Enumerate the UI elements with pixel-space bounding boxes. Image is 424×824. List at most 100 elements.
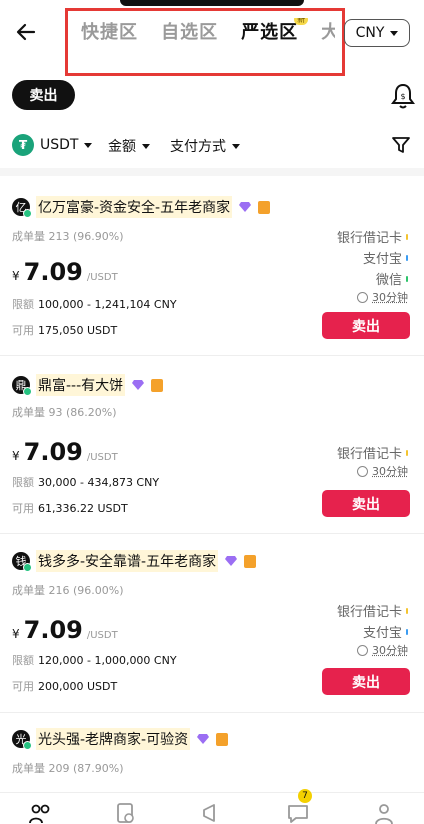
currency-selector[interactable]: CNY <box>344 19 410 47</box>
sell-mode-pill[interactable]: 卖出 <box>12 80 75 110</box>
merchant-name: 亿万富豪-资金安全-五年老商家 <box>36 196 233 218</box>
price: ¥ 7.09 /USDT <box>12 616 118 644</box>
merchant-name: 光头强-老牌商家-可验资 <box>36 728 191 750</box>
diamond-icon <box>239 202 252 212</box>
payment-color-bar <box>406 449 408 456</box>
diamond-icon <box>132 380 145 390</box>
payment-methods: 银行借记卡 支付宝 微信 30分钟 <box>337 226 408 305</box>
listing-card: 鼎 鼎富---有大饼 成单量 93 (86.20%) ¥ 7.09 /USDT … <box>0 374 424 534</box>
time-label: 30分钟 <box>372 465 408 478</box>
chat-unread-badge: 7 <box>298 789 312 803</box>
price-unit: /USDT <box>86 630 118 641</box>
new-badge: 新 <box>294 18 309 25</box>
sell-button[interactable]: 卖出 <box>322 668 410 695</box>
sell-button[interactable]: 卖出 <box>322 490 410 517</box>
avatar: 钱 <box>12 552 32 572</box>
orders-icon[interactable] <box>114 801 138 824</box>
tab-selected[interactable]: 严选区新 <box>241 18 309 44</box>
payment-method: 微信 <box>337 268 408 289</box>
avail-value: 61,336.22 USDT <box>38 502 128 515</box>
stats-value: 216 (96.00%) <box>48 584 124 597</box>
merchant-row[interactable]: 钱 钱多多-安全靠谱-五年老商家 <box>12 550 257 572</box>
stats-label: 成单量 <box>12 584 45 597</box>
filter-funnel-icon[interactable] <box>390 134 412 156</box>
chevron-down-icon <box>84 142 93 148</box>
coin-filter[interactable]: ₮ USDT <box>12 134 93 156</box>
tether-icon: ₮ <box>12 134 34 156</box>
header: 快捷区 自选区 严选区新 大宗 CNY <box>0 0 424 76</box>
clock-icon <box>357 465 368 477</box>
limit-value: 100,000 - 1,241,104 CNY <box>38 298 177 311</box>
price-unit: /USDT <box>86 272 118 283</box>
coin-label: USDT <box>40 137 79 153</box>
price: ¥ 7.09 /USDT <box>12 438 118 466</box>
payment-time: 30分钟 <box>337 289 408 305</box>
tab-quick[interactable]: 快捷区 <box>81 18 138 44</box>
avail-label: 可用 <box>12 324 34 337</box>
merchant-name: 钱多多-安全靠谱-五年老商家 <box>36 550 219 572</box>
chevron-down-icon <box>232 143 240 149</box>
yen-symbol: ¥ <box>12 449 20 463</box>
sell-button[interactable]: 卖出 <box>322 312 410 339</box>
limit-value: 30,000 - 434,873 CNY <box>38 476 160 489</box>
merchant-row[interactable]: 鼎 鼎富---有大饼 <box>12 374 164 396</box>
separator <box>0 533 424 534</box>
clock-icon <box>357 291 368 303</box>
zone-tabs: 快捷区 自选区 严选区新 大宗 <box>81 18 335 48</box>
merchant-medal-icon <box>151 378 164 392</box>
payment-color-bar <box>406 233 408 240</box>
payment-color-bar <box>406 254 408 261</box>
section-divider <box>0 168 424 176</box>
back-arrow-icon[interactable] <box>12 18 40 46</box>
stats-value: 209 (87.90%) <box>48 762 124 775</box>
amount-filter[interactable]: 金额 <box>108 136 150 156</box>
limit-row: 限额 30,000 - 434,873 CNY <box>12 474 159 490</box>
announcement-icon[interactable] <box>200 801 224 824</box>
price-alert-bell-icon[interactable]: $ <box>390 82 416 110</box>
merchant-row[interactable]: 亿 亿万富豪-资金安全-五年老商家 <box>12 196 271 218</box>
payment-label: 支付宝 <box>362 252 402 267</box>
order-stats: 成单量 209 (87.90%) <box>12 760 124 776</box>
payment-label: 银行借记卡 <box>336 447 402 462</box>
payment-filter[interactable]: 支付方式 <box>170 136 240 156</box>
chat-icon[interactable] <box>286 801 310 824</box>
merchant-row[interactable]: 光 光头强-老牌商家-可验资 <box>12 728 229 750</box>
price-unit: /USDT <box>86 452 118 463</box>
payment-label: 支付宝 <box>362 626 402 641</box>
stats-label: 成单量 <box>12 230 45 243</box>
payment-methods: 银行借记卡 支付宝 30分钟 <box>337 600 408 658</box>
separator <box>0 712 424 713</box>
payment-time: 30分钟 <box>337 463 408 479</box>
available-row: 可用 61,336.22 USDT <box>12 500 128 516</box>
merchant-medal-icon <box>258 200 271 214</box>
limit-row: 限额 100,000 - 1,241,104 CNY <box>12 296 177 312</box>
stats-value: 93 (86.20%) <box>48 406 117 419</box>
payment-method: 银行借记卡 <box>337 442 408 463</box>
chevron-down-icon <box>390 30 399 36</box>
payment-method: 银行借记卡 <box>337 600 408 621</box>
available-row: 可用 200,000 USDT <box>12 678 117 694</box>
limit-label: 限额 <box>12 476 34 489</box>
payment-label: 支付方式 <box>170 139 226 155</box>
limit-label: 限额 <box>12 654 34 667</box>
amount-label: 金额 <box>108 139 136 155</box>
time-label: 30分钟 <box>372 291 408 304</box>
p2p-users-icon[interactable] <box>28 801 52 824</box>
tab-bulk[interactable]: 大宗 <box>321 18 335 44</box>
payment-method: 银行借记卡 <box>337 226 408 247</box>
merchant-name: 鼎富---有大饼 <box>36 374 126 396</box>
order-stats: 成单量 93 (86.20%) <box>12 404 117 420</box>
profile-icon[interactable] <box>372 801 396 824</box>
svg-text:$: $ <box>400 92 405 101</box>
payment-color-bar <box>406 275 408 282</box>
listing-card: 光 光头强-老牌商家-可验资 成单量 209 (87.90%) <box>0 728 424 788</box>
payment-method: 支付宝 <box>337 621 408 642</box>
payment-color-bar <box>406 607 408 614</box>
payment-time: 30分钟 <box>337 642 408 658</box>
avatar: 亿 <box>12 198 32 218</box>
available-row: 可用 175,050 USDT <box>12 322 117 338</box>
stats-label: 成单量 <box>12 762 45 775</box>
merchant-medal-icon <box>244 554 257 568</box>
payment-label: 银行借记卡 <box>336 605 402 620</box>
tab-custom[interactable]: 自选区 <box>161 18 218 44</box>
